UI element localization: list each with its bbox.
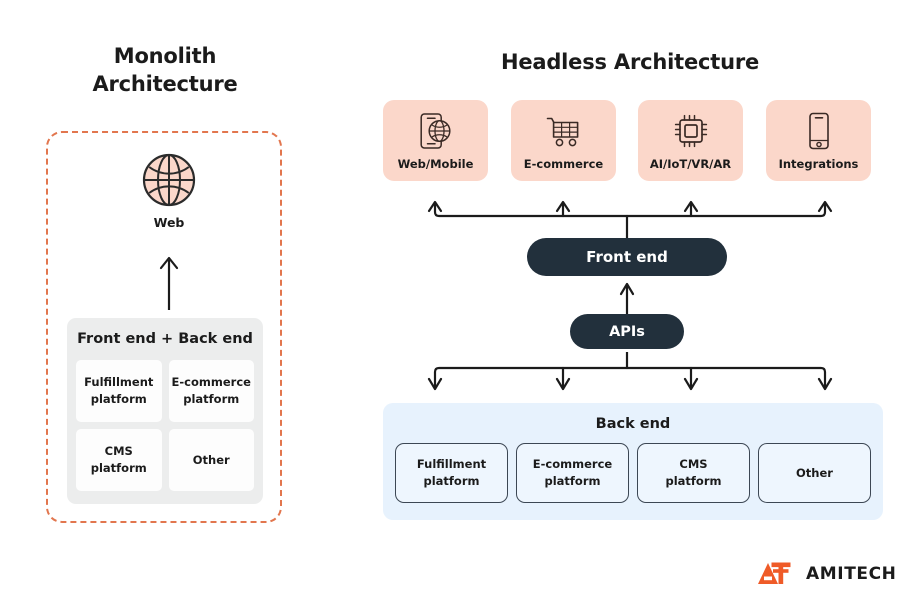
phone-globe-icon bbox=[419, 113, 451, 149]
channel-card-e-commerce: E-commerce bbox=[511, 100, 616, 181]
backend-panel: Back end Fulfillment platform E-commerce… bbox=[383, 403, 883, 520]
monolith-stack-title: Front end + Back end bbox=[77, 331, 253, 347]
cpu-chip-icon bbox=[674, 114, 707, 148]
monolith-web-label: Web bbox=[153, 215, 185, 230]
monolith-web-node: Web bbox=[130, 152, 208, 230]
amitech-mark-icon bbox=[758, 562, 791, 584]
channel-card-web-mobile: Web/Mobile bbox=[383, 100, 488, 181]
globe-icon bbox=[142, 153, 196, 207]
channel-card-label: AI/IoT/VR/AR bbox=[649, 157, 732, 171]
backend-platform-cell: Other bbox=[758, 443, 871, 503]
backend-panel-title: Back end bbox=[595, 416, 671, 432]
channel-card-label: E-commerce bbox=[523, 157, 604, 171]
channel-card-integrations: Integrations bbox=[766, 100, 871, 181]
backend-platform-cell: Fulfillment platform bbox=[395, 443, 508, 503]
apis-to-backend-connector bbox=[427, 352, 833, 391]
monolith-panel-title: Monolith Architecture bbox=[40, 42, 290, 99]
channel-card-ai-iot-vr-ar: AI/IoT/VR/AR bbox=[638, 100, 743, 181]
monolith-title-line-1: Monolith bbox=[113, 44, 217, 68]
shopping-cart-icon bbox=[546, 117, 578, 147]
mobile-phone-icon bbox=[808, 112, 829, 150]
monolith-platform-cell: Fulfillment platform bbox=[76, 360, 162, 422]
backend-platform-cell: CMS platform bbox=[637, 443, 750, 503]
backend-platform-row: Fulfillment platform E-commerce platform… bbox=[383, 432, 883, 503]
headless-panel-title: Headless Architecture bbox=[500, 50, 760, 74]
monolith-platform-cell: CMS platform bbox=[76, 429, 162, 491]
monolith-up-arrow-icon bbox=[159, 256, 179, 310]
channel-card-label: Integrations bbox=[778, 157, 859, 171]
monolith-platform-cell: E-commerce platform bbox=[168, 360, 254, 422]
amitech-logo-text: AMITECH bbox=[806, 564, 897, 584]
backend-platform-cell: E-commerce platform bbox=[516, 443, 629, 503]
monolith-title-line-2: Architecture bbox=[92, 72, 238, 97]
monolith-platform-cell: Other bbox=[168, 429, 254, 491]
frontend-to-channels-connector bbox=[427, 200, 833, 241]
apis-to-frontend-connector bbox=[619, 282, 635, 319]
channel-card-label: Web/Mobile bbox=[397, 157, 474, 171]
frontend-pill: Front end bbox=[527, 238, 727, 276]
monolith-stack-panel: Front end + Back end Fulfillment platfor… bbox=[67, 318, 263, 504]
monolith-platform-grid: Fulfillment platform E-commerce platform… bbox=[76, 360, 254, 491]
apis-pill: APIs bbox=[570, 314, 684, 349]
amitech-logo: AMITECH bbox=[757, 561, 897, 587]
